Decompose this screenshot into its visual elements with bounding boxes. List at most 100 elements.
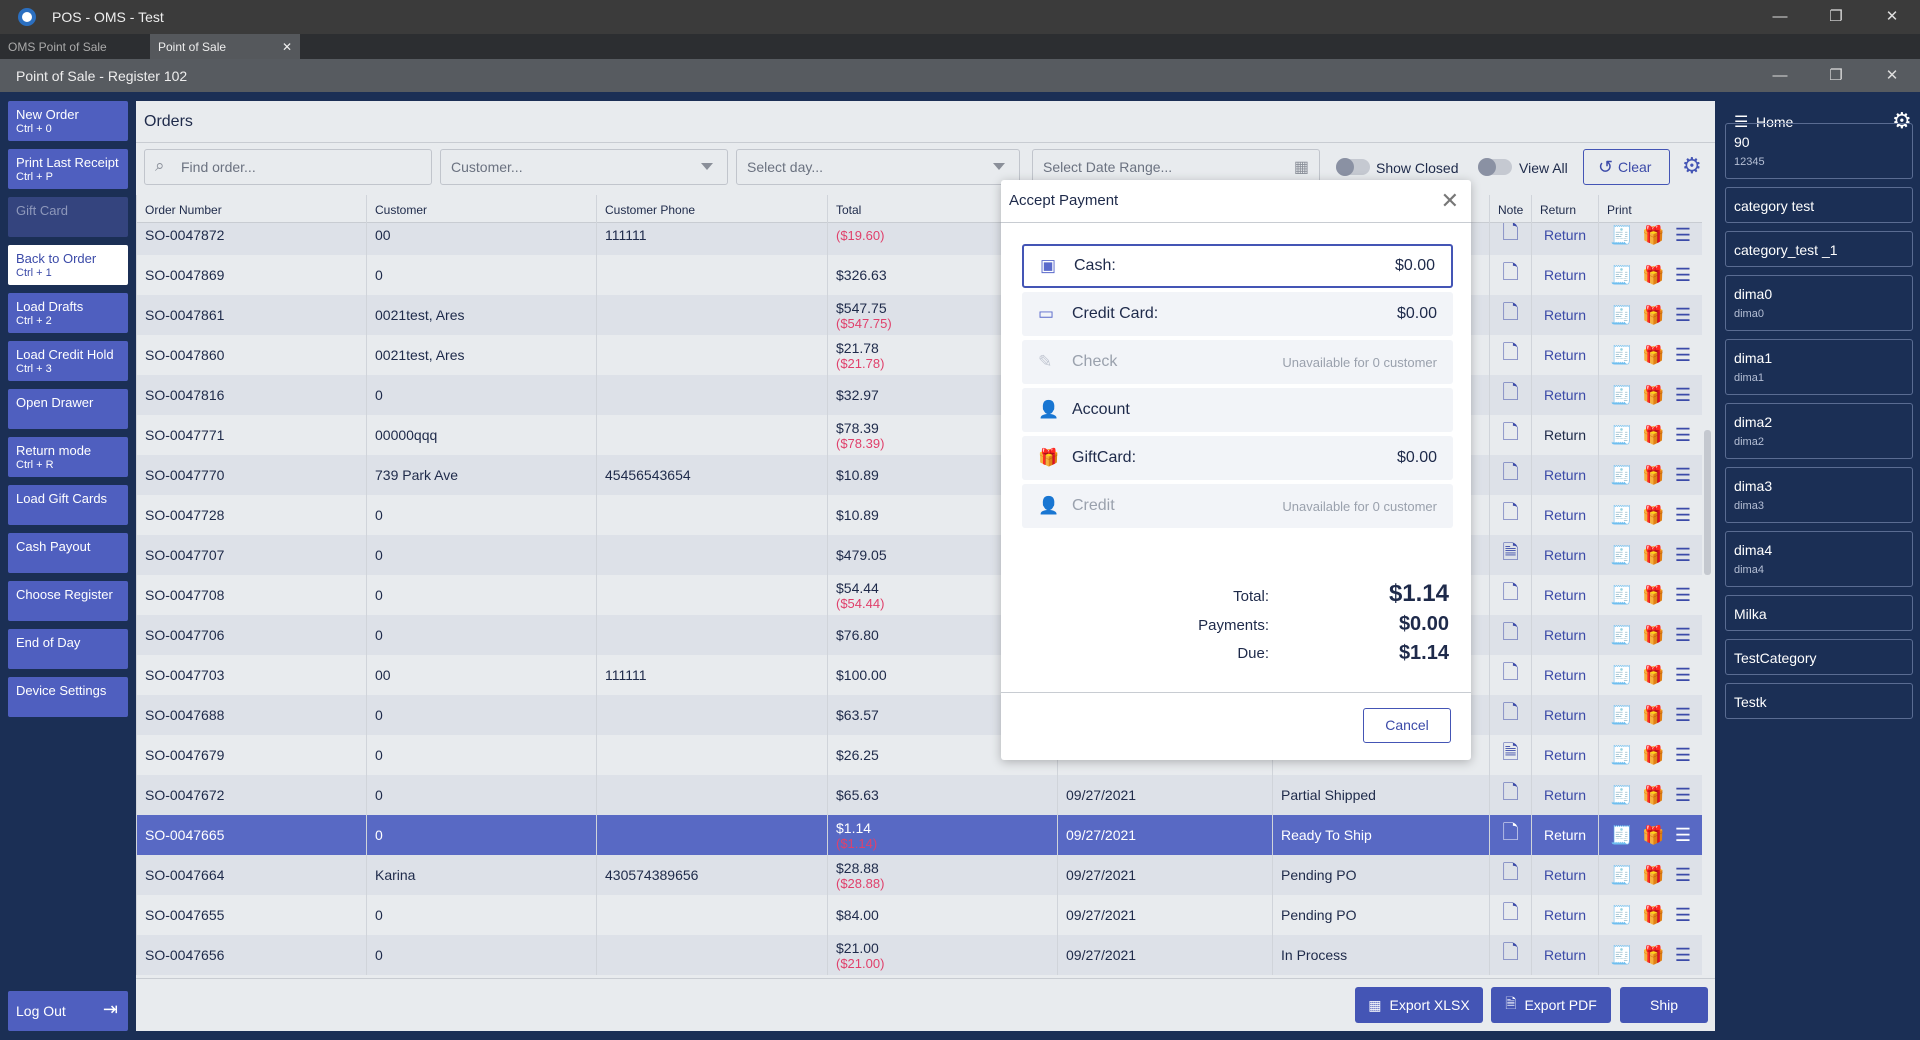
print-gift-receipt-icon[interactable]: 🎁 bbox=[1642, 665, 1664, 686]
tab-oms-point-of-sale[interactable]: OMS Point of Sale bbox=[0, 34, 150, 59]
return-link[interactable]: Return bbox=[1544, 627, 1586, 643]
print-gift-receipt-icon[interactable]: 🎁 bbox=[1642, 945, 1664, 966]
print-gift-receipt-icon[interactable]: 🎁 bbox=[1642, 785, 1664, 806]
payment-method-credit-card[interactable]: ▭ Credit Card: $0.00 bbox=[1022, 292, 1453, 336]
ship-button[interactable]: Ship bbox=[1620, 987, 1708, 1023]
print-receipt-icon[interactable]: 🧾 bbox=[1610, 305, 1632, 326]
print-invoice-icon[interactable]: ☰ bbox=[1675, 625, 1691, 646]
clear-button[interactable]: ↺ Clear bbox=[1583, 149, 1670, 185]
tab-close-icon[interactable]: ✕ bbox=[282, 40, 292, 54]
print-invoice-icon[interactable]: ☰ bbox=[1675, 825, 1691, 846]
return-link[interactable]: Return bbox=[1544, 907, 1586, 923]
export-pdf-button[interactable]: 🗎 Export PDF bbox=[1491, 987, 1611, 1023]
note-icon[interactable]: 🗎 bbox=[1502, 538, 1518, 572]
print-receipt-icon[interactable]: 🧾 bbox=[1610, 665, 1632, 686]
note-add-icon[interactable]: 🗋 bbox=[1502, 223, 1518, 252]
table-row[interactable]: SO-0047672 0 $65.63 09/27/2021 Partial Shipp… bbox=[136, 775, 1702, 815]
sidebar-button-load-drafts[interactable]: Load Drafts Ctrl + 2 bbox=[8, 293, 128, 333]
sidebar-button-return-mode[interactable]: Return mode Ctrl + R bbox=[8, 437, 128, 477]
note-add-icon[interactable]: 🗋 bbox=[1502, 898, 1518, 932]
category-tile-Testk[interactable]: Testk bbox=[1725, 683, 1913, 719]
print-receipt-icon[interactable]: 🧾 bbox=[1610, 585, 1632, 606]
print-receipt-icon[interactable]: 🧾 bbox=[1610, 265, 1632, 286]
note-icon[interactable]: 🗎 bbox=[1502, 738, 1518, 772]
note-add-icon[interactable]: 🗋 bbox=[1502, 938, 1518, 972]
note-add-icon[interactable]: 🗋 bbox=[1502, 818, 1518, 852]
print-receipt-icon[interactable]: 🧾 bbox=[1610, 505, 1632, 526]
return-link[interactable]: Return bbox=[1544, 947, 1586, 963]
print-invoice-icon[interactable]: ☰ bbox=[1675, 865, 1691, 886]
return-link[interactable]: Return bbox=[1544, 347, 1586, 363]
print-gift-receipt-icon[interactable]: 🎁 bbox=[1642, 225, 1664, 246]
print-gift-receipt-icon[interactable]: 🎁 bbox=[1642, 625, 1664, 646]
restore-icon[interactable]: ❐ bbox=[1808, 0, 1864, 34]
print-invoice-icon[interactable]: ☰ bbox=[1675, 505, 1691, 526]
note-add-icon[interactable]: 🗋 bbox=[1502, 258, 1518, 292]
print-gift-receipt-icon[interactable]: 🎁 bbox=[1642, 585, 1664, 606]
category-tile-Milka[interactable]: Milka bbox=[1725, 595, 1913, 631]
sidebar-button-load-gift-cards[interactable]: Load Gift Cards bbox=[8, 485, 128, 525]
sidebar-button-back-to-order[interactable]: Back to Order Ctrl + 1 bbox=[8, 245, 128, 285]
export-xlsx-button[interactable]: ▦ Export XLSX bbox=[1355, 987, 1483, 1023]
sidebar-button-end-of-day[interactable]: End of Day bbox=[8, 629, 128, 669]
print-invoice-icon[interactable]: ☰ bbox=[1675, 545, 1691, 566]
return-link[interactable]: Return bbox=[1544, 427, 1586, 443]
category-tile-dima3[interactable]: dima3 dima3 bbox=[1725, 467, 1913, 523]
note-add-icon[interactable]: 🗋 bbox=[1502, 338, 1518, 372]
print-receipt-icon[interactable]: 🧾 bbox=[1610, 945, 1632, 966]
print-invoice-icon[interactable]: ☰ bbox=[1675, 425, 1691, 446]
print-gift-receipt-icon[interactable]: 🎁 bbox=[1642, 545, 1664, 566]
payment-method-cash[interactable]: ▣ Cash: $0.00 bbox=[1022, 244, 1453, 288]
print-gift-receipt-icon[interactable]: 🎁 bbox=[1642, 505, 1664, 526]
return-link[interactable]: Return bbox=[1544, 307, 1586, 323]
table-row[interactable]: SO-0047665 0 $1.14 ($1.14) 09/27/2021 Ready T… bbox=[136, 815, 1702, 855]
print-gift-receipt-icon[interactable]: 🎁 bbox=[1642, 705, 1664, 726]
minimize-icon[interactable]: — bbox=[1752, 0, 1808, 34]
print-receipt-icon[interactable]: 🧾 bbox=[1610, 385, 1632, 406]
note-add-icon[interactable]: 🗋 bbox=[1502, 418, 1518, 452]
sidebar-button-new-order[interactable]: New Order Ctrl + 0 bbox=[8, 101, 128, 141]
print-receipt-icon[interactable]: 🧾 bbox=[1610, 625, 1632, 646]
note-add-icon[interactable]: 🗋 bbox=[1502, 498, 1518, 532]
return-link[interactable]: Return bbox=[1544, 547, 1586, 563]
table-row[interactable]: SO-0047655 0 $84.00 09/27/2021 Pending PO 🗋 Re… bbox=[136, 895, 1702, 935]
print-invoice-icon[interactable]: ☰ bbox=[1675, 785, 1691, 806]
sidebar-button-gift-card[interactable]: Gift Card bbox=[8, 197, 128, 237]
customer-select[interactable]: Customer... bbox=[440, 149, 728, 185]
print-invoice-icon[interactable]: ☰ bbox=[1675, 905, 1691, 926]
print-receipt-icon[interactable]: 🧾 bbox=[1610, 225, 1632, 246]
minimize-icon[interactable]: — bbox=[1752, 59, 1808, 92]
sidebar-button-open-drawer[interactable]: Open Drawer bbox=[8, 389, 128, 429]
print-invoice-icon[interactable]: ☰ bbox=[1675, 305, 1691, 326]
show-closed-toggle[interactable] bbox=[1336, 158, 1370, 176]
print-gift-receipt-icon[interactable]: 🎁 bbox=[1642, 425, 1664, 446]
logout-button[interactable]: Log Out ⇥ bbox=[8, 991, 128, 1031]
restore-icon[interactable]: ❐ bbox=[1808, 59, 1864, 92]
sidebar-button-device-settings[interactable]: Device Settings bbox=[8, 677, 128, 717]
return-link[interactable]: Return bbox=[1544, 507, 1586, 523]
payment-method-account[interactable]: 👤 Account bbox=[1022, 388, 1453, 432]
sidebar-button-load-credit-hold[interactable]: Load Credit Hold Ctrl + 3 bbox=[8, 341, 128, 381]
print-receipt-icon[interactable]: 🧾 bbox=[1610, 545, 1632, 566]
category-tile-category_test _1[interactable]: category_test _1 bbox=[1725, 231, 1913, 267]
close-icon[interactable]: ✕ bbox=[1864, 0, 1920, 34]
return-link[interactable]: Return bbox=[1544, 747, 1586, 763]
print-receipt-icon[interactable]: 🧾 bbox=[1610, 465, 1632, 486]
return-link[interactable]: Return bbox=[1544, 587, 1586, 603]
view-all-toggle[interactable] bbox=[1478, 158, 1512, 176]
return-link[interactable]: Return bbox=[1544, 467, 1586, 483]
print-invoice-icon[interactable]: ☰ bbox=[1675, 705, 1691, 726]
print-gift-receipt-icon[interactable]: 🎁 bbox=[1642, 865, 1664, 886]
note-add-icon[interactable]: 🗋 bbox=[1502, 378, 1518, 412]
category-tile-dima1[interactable]: dima1 dima1 bbox=[1725, 339, 1913, 395]
return-link[interactable]: Return bbox=[1544, 787, 1586, 803]
sidebar-button-print-last-receipt[interactable]: Print Last Receipt Ctrl + P bbox=[8, 149, 128, 189]
sidebar-button-choose-register[interactable]: Choose Register bbox=[8, 581, 128, 621]
print-gift-receipt-icon[interactable]: 🎁 bbox=[1642, 305, 1664, 326]
print-invoice-icon[interactable]: ☰ bbox=[1675, 945, 1691, 966]
find-order-input[interactable]: ⌕ Find order... bbox=[144, 149, 432, 185]
note-add-icon[interactable]: 🗋 bbox=[1502, 658, 1518, 692]
note-add-icon[interactable]: 🗋 bbox=[1502, 618, 1518, 652]
cancel-button[interactable]: Cancel bbox=[1363, 708, 1451, 743]
print-invoice-icon[interactable]: ☰ bbox=[1675, 345, 1691, 366]
